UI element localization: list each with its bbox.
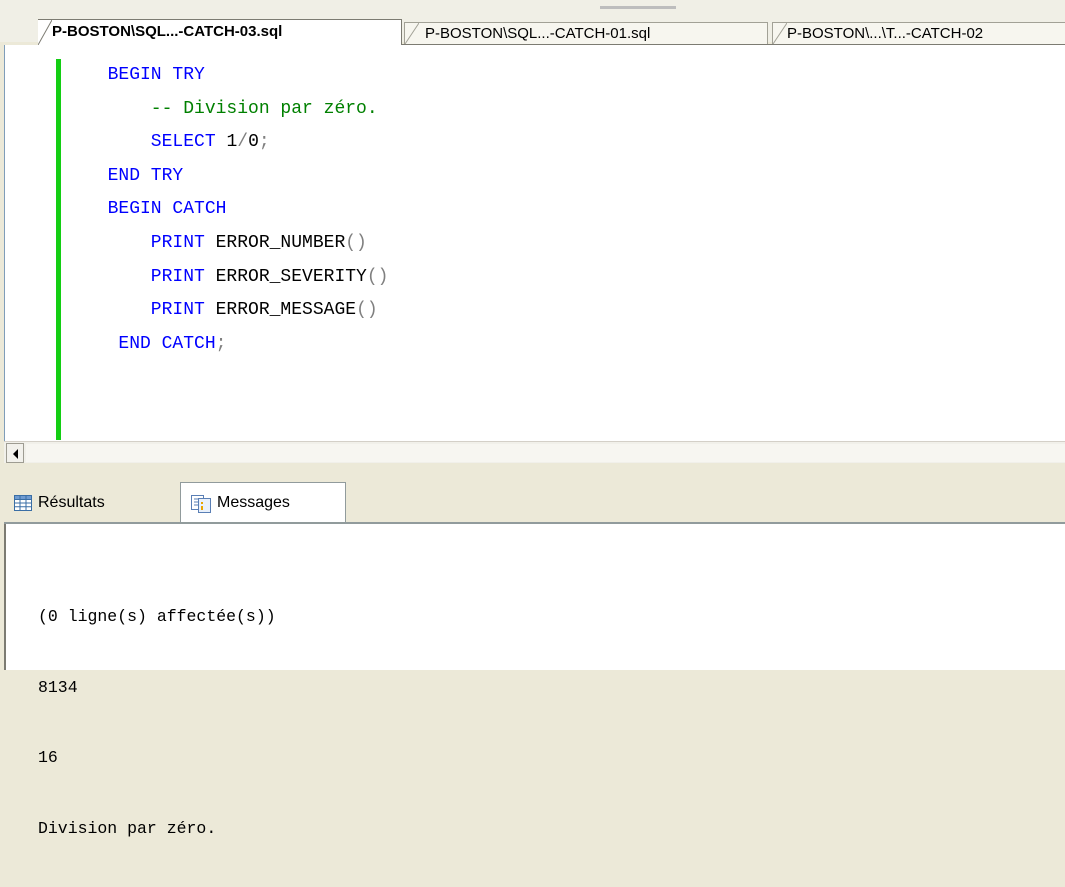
code-token: -- Division par zéro. xyxy=(86,98,378,119)
message-line: Division par zéro. xyxy=(38,818,217,838)
messages-pane[interactable]: (0 ligne(s) affectée(s)) 8134 16 Divisio… xyxy=(4,524,1065,838)
document-tab-strip: P-BOSTON\...\T...-CATCH-02 P-BOSTON\SQL.… xyxy=(0,0,1065,45)
code-token: END TRY xyxy=(86,165,184,186)
query-editor[interactable]: BEGIN TRY -- Division par zéro. SELECT 1… xyxy=(4,45,1065,441)
code-token: ; xyxy=(215,333,227,354)
tab-edge-icon xyxy=(773,23,787,44)
toolbar-grip xyxy=(600,6,676,9)
message-line: (0 ligne(s) affectée(s)) xyxy=(38,607,276,626)
code-line: -- Division par zéro. xyxy=(86,93,388,127)
tab-edge-icon xyxy=(38,20,52,45)
document-tab-catch-02[interactable]: P-BOSTON\...\T...-CATCH-02 xyxy=(772,22,1065,44)
code-token: / xyxy=(237,132,249,153)
tab-edge-icon xyxy=(405,23,419,44)
code-line: END CATCH; xyxy=(86,328,388,362)
document-tab-label: P-BOSTON\SQL...-CATCH-03.sql xyxy=(52,23,283,40)
code-token: ERROR_MESSAGE xyxy=(215,300,357,321)
code-line: BEGIN TRY xyxy=(86,59,388,93)
message-line: 8134 xyxy=(38,677,78,697)
code-token: 0 xyxy=(248,132,259,153)
messages-icon xyxy=(191,495,211,513)
grid-icon xyxy=(14,495,32,511)
code-token: BEGIN TRY xyxy=(86,65,205,85)
code-token: 1 xyxy=(226,132,238,153)
code-token: ERROR_NUMBER xyxy=(215,232,346,253)
tab-messages[interactable]: Messages xyxy=(180,482,346,524)
code-token: ; xyxy=(258,132,270,153)
results-tab-strip: Résultats Messages xyxy=(4,478,1065,526)
code-line: PRINT ERROR_NUMBER() xyxy=(86,227,388,261)
document-tab-catch-03[interactable]: P-BOSTON\SQL...-CATCH-03.sql xyxy=(38,19,402,45)
tabstrip-top xyxy=(0,0,1065,14)
code-token: END CATCH xyxy=(86,333,216,354)
pane-splitter[interactable] xyxy=(0,463,1065,478)
document-tab-label: P-BOSTON\...\T...-CATCH-02 xyxy=(787,25,984,42)
change-tracking-bar xyxy=(56,59,61,440)
message-line: 16 xyxy=(38,748,58,767)
scroll-left-arrow-icon xyxy=(13,449,18,459)
code-line: BEGIN CATCH xyxy=(86,193,388,227)
code-token: BEGIN CATCH xyxy=(86,199,227,220)
code-token: () xyxy=(366,266,389,287)
code-line: SELECT 1/0; xyxy=(86,126,388,160)
tab-results[interactable]: Résultats xyxy=(4,486,176,522)
code-token: () xyxy=(345,232,367,253)
tab-messages-label: Messages xyxy=(217,494,290,511)
code-token: PRINT xyxy=(86,266,216,287)
code-token: PRINT xyxy=(86,232,216,253)
code-line: PRINT ERROR_SEVERITY() xyxy=(86,261,389,295)
messages-output: (0 ligne(s) affectée(s)) 8134 16 Divisio… xyxy=(38,558,276,887)
scroll-left-button[interactable] xyxy=(6,443,24,463)
code-token: SELECT xyxy=(86,132,227,153)
document-tab-label: P-BOSTON\SQL...-CATCH-01.sql xyxy=(425,25,651,42)
document-tab-catch-01[interactable]: P-BOSTON\SQL...-CATCH-01.sql xyxy=(404,22,768,44)
tab-results-label: Résultats xyxy=(38,494,105,511)
scrollbar-track[interactable] xyxy=(26,444,1065,462)
code-token: ERROR_SEVERITY xyxy=(215,266,367,287)
code-token: () xyxy=(356,300,378,321)
code-line: PRINT ERROR_MESSAGE() xyxy=(86,294,388,328)
code-line: END TRY xyxy=(86,160,388,194)
horizontal-scrollbar[interactable] xyxy=(4,441,1065,464)
code-token: PRINT xyxy=(86,300,216,321)
editor-margin xyxy=(5,45,53,441)
code-area[interactable]: BEGIN TRY -- Division par zéro. SELECT 1… xyxy=(86,59,389,362)
